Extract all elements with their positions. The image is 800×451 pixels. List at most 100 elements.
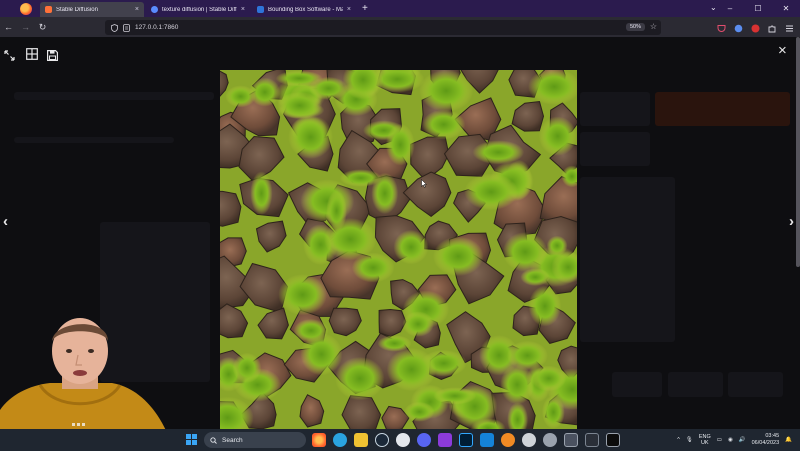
tab-bounding-box[interactable]: Bounding Box Software - Mate × bbox=[252, 2, 356, 17]
tab-title: Bounding Box Software - Mate bbox=[268, 6, 343, 13]
moss-patch bbox=[502, 232, 548, 272]
generated-texture-image[interactable] bbox=[220, 70, 577, 429]
moss-patch bbox=[225, 85, 256, 108]
mail-icon[interactable] bbox=[480, 433, 494, 447]
moss-patch bbox=[472, 140, 525, 165]
tray-overflow-chevron-icon[interactable]: ^ bbox=[677, 437, 680, 443]
moss-patch bbox=[386, 347, 437, 392]
previous-image-arrow-icon[interactable]: ‹ bbox=[3, 213, 8, 230]
moss-patch bbox=[419, 70, 474, 112]
tab-title: Stable Diffusion bbox=[56, 6, 98, 13]
toolbar-extensions bbox=[717, 20, 794, 33]
moss-patch bbox=[288, 115, 333, 159]
pinned-apps bbox=[312, 433, 620, 447]
background-button bbox=[668, 372, 723, 397]
pocket-icon[interactable] bbox=[717, 20, 726, 32]
tab-favicon-icon bbox=[151, 6, 158, 13]
blender-icon[interactable] bbox=[501, 433, 515, 447]
terminal-icon[interactable] bbox=[606, 433, 620, 447]
firefox-icon[interactable] bbox=[312, 433, 326, 447]
photoshop-icon[interactable] bbox=[459, 433, 473, 447]
firefox-logo-icon bbox=[20, 2, 32, 15]
close-lightbox-icon[interactable]: × bbox=[778, 42, 787, 59]
moss-patch bbox=[404, 401, 435, 422]
background-prompt-field bbox=[14, 92, 214, 100]
windows-start-icon[interactable] bbox=[186, 434, 197, 445]
clock[interactable]: 03:45 06/04/2023 bbox=[752, 433, 780, 447]
background-generate-button bbox=[655, 92, 790, 126]
app-icon[interactable] bbox=[585, 433, 599, 447]
menu-hamburger-icon[interactable] bbox=[785, 20, 794, 32]
search-icon bbox=[210, 436, 217, 444]
tab-close-icon[interactable]: × bbox=[135, 6, 139, 13]
moss-patch bbox=[538, 116, 577, 156]
extensions-puzzle-icon[interactable] bbox=[768, 20, 777, 33]
url-text: 127.0.0.1:7860 bbox=[135, 24, 179, 31]
mouse-cursor-icon bbox=[421, 179, 427, 188]
moss-patch bbox=[393, 229, 429, 265]
moss-patch bbox=[464, 173, 519, 211]
tab-stable-diffusion[interactable]: Stable Diffusion × bbox=[40, 2, 144, 17]
settings-icon[interactable] bbox=[543, 433, 557, 447]
app-icon[interactable] bbox=[396, 433, 410, 447]
clock-time: 03:45 bbox=[765, 433, 780, 439]
moss-patch bbox=[531, 365, 567, 392]
tile-grid-icon[interactable] bbox=[26, 47, 38, 65]
background-button bbox=[612, 372, 662, 397]
tab-close-icon[interactable]: × bbox=[241, 6, 245, 13]
telegram-icon[interactable] bbox=[333, 433, 347, 447]
moss-patch bbox=[500, 364, 535, 405]
background-negative-field bbox=[14, 137, 174, 143]
page-scrollbar[interactable] bbox=[796, 37, 800, 267]
unity-icon[interactable] bbox=[522, 433, 536, 447]
tab-title: texture diffusion | Stable Diffu bbox=[162, 6, 237, 13]
reload-icon[interactable]: ↻ bbox=[34, 22, 51, 33]
moss-patch bbox=[433, 236, 484, 277]
system-tray: ^ 🎙 ENG UK ▭ ◉ 🔊 03:45 06/04/2023 🔔 bbox=[677, 431, 792, 449]
moss-patch bbox=[232, 352, 262, 383]
minimize-icon[interactable]: – bbox=[716, 4, 744, 13]
moss-patch bbox=[250, 171, 273, 216]
fullscreen-toggle-icon[interactable] bbox=[4, 48, 15, 66]
screen: Stable Diffusion × texture diffusion | S… bbox=[0, 0, 800, 451]
ad-block-icon[interactable] bbox=[751, 20, 760, 33]
forward-arrow-icon[interactable]: → bbox=[17, 22, 34, 32]
discord-icon[interactable] bbox=[417, 433, 431, 447]
tab-favicon-icon bbox=[257, 6, 264, 13]
back-arrow-icon[interactable]: ← bbox=[0, 22, 17, 32]
language-indicator[interactable]: ENG UK bbox=[699, 434, 711, 446]
clock-date: 06/04/2023 bbox=[751, 440, 780, 446]
volume-icon[interactable]: 🔊 bbox=[739, 437, 746, 443]
moss-patch bbox=[335, 356, 385, 401]
moss-patch bbox=[385, 123, 415, 166]
moss-patch bbox=[377, 335, 412, 352]
display-icon[interactable]: ▭ bbox=[717, 437, 722, 443]
background-gallery bbox=[580, 177, 675, 342]
tab-texture-diffusion[interactable]: texture diffusion | Stable Diffu × bbox=[146, 2, 250, 17]
file-explorer-icon[interactable] bbox=[354, 433, 368, 447]
next-image-arrow-icon[interactable]: › bbox=[789, 213, 794, 230]
window-controls: – ☐ ✕ bbox=[716, 0, 800, 17]
keyboard-layout: UK bbox=[700, 440, 709, 446]
zoom-level-badge[interactable]: 50% bbox=[625, 23, 645, 31]
moss-patch bbox=[277, 91, 323, 120]
taskbar-search-box[interactable]: Search bbox=[204, 432, 306, 448]
windows-taskbar: Search ^ 🎙 ENG UK ▭ ◉ 🔊 03:45 06/04/2023… bbox=[0, 429, 800, 451]
extension-icon[interactable] bbox=[734, 20, 743, 33]
network-icon[interactable]: ◉ bbox=[728, 437, 733, 443]
address-bar[interactable]: 127.0.0.1:7860 50% ☆ bbox=[105, 20, 661, 35]
tab-close-icon[interactable]: × bbox=[347, 6, 351, 13]
search-label: Search bbox=[222, 436, 243, 444]
window-close-icon[interactable]: ✕ bbox=[772, 4, 800, 13]
bookmark-star-icon[interactable]: ☆ bbox=[650, 22, 657, 31]
steam-icon[interactable] bbox=[375, 433, 389, 447]
monitor-icon[interactable] bbox=[564, 433, 578, 447]
notifications-bell-icon[interactable]: 🔔 bbox=[785, 437, 792, 443]
maximize-icon[interactable]: ☐ bbox=[744, 4, 772, 13]
tab-bar: Stable Diffusion × texture diffusion | S… bbox=[0, 0, 800, 17]
affinity-icon[interactable] bbox=[438, 433, 452, 447]
moss-patch bbox=[433, 387, 477, 405]
save-floppy-icon[interactable] bbox=[47, 48, 58, 66]
new-tab-button[interactable]: + bbox=[362, 3, 368, 14]
microphone-icon[interactable]: 🎙 bbox=[686, 437, 693, 443]
